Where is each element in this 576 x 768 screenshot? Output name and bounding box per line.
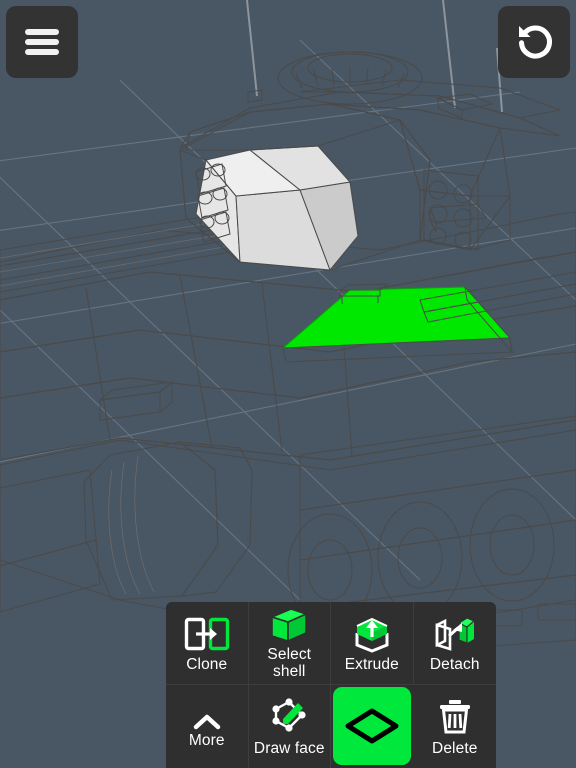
tool-select-shell[interactable]: Select shell <box>248 602 331 685</box>
tool-label-more: More <box>188 731 225 749</box>
clone-icon <box>184 613 230 655</box>
menu-button[interactable] <box>6 6 78 78</box>
chevron-up-icon <box>192 705 222 731</box>
editing-toolbar: Clone Select shell Extrude Detach More D… <box>166 602 496 768</box>
tool-label-select-shell: Select shell <box>267 646 312 680</box>
undo-button[interactable] <box>498 6 570 78</box>
trash-icon <box>436 697 474 739</box>
detach-icon <box>432 613 478 655</box>
tool-more[interactable]: More <box>166 685 249 768</box>
draw-face-icon <box>267 696 311 738</box>
tool-draw-face[interactable]: Draw face <box>249 685 331 768</box>
tool-select-face[interactable] <box>331 685 414 768</box>
cube-icon <box>269 606 309 644</box>
tool-label-extrude: Extrude <box>344 656 399 673</box>
tool-extrude[interactable]: Extrude <box>331 602 414 685</box>
app-root: .e { stroke:#4a4a4a; stroke-width:1; fil… <box>0 0 576 768</box>
tool-detach[interactable]: Detach <box>413 602 496 685</box>
tool-label-clone: Clone <box>186 656 228 673</box>
extrude-icon <box>350 613 394 655</box>
undo-arrow-icon <box>519 25 552 59</box>
tool-delete[interactable]: Delete <box>414 685 497 768</box>
tool-label-detach: Detach <box>429 656 480 673</box>
face-diamond-icon <box>345 708 399 743</box>
tool-clone[interactable]: Clone <box>166 602 249 685</box>
tool-label-delete: Delete <box>432 739 478 757</box>
face-select-active-swatch <box>333 686 412 765</box>
tool-label-draw-face: Draw face <box>253 740 325 757</box>
hamburger-menu-icon <box>25 29 59 55</box>
